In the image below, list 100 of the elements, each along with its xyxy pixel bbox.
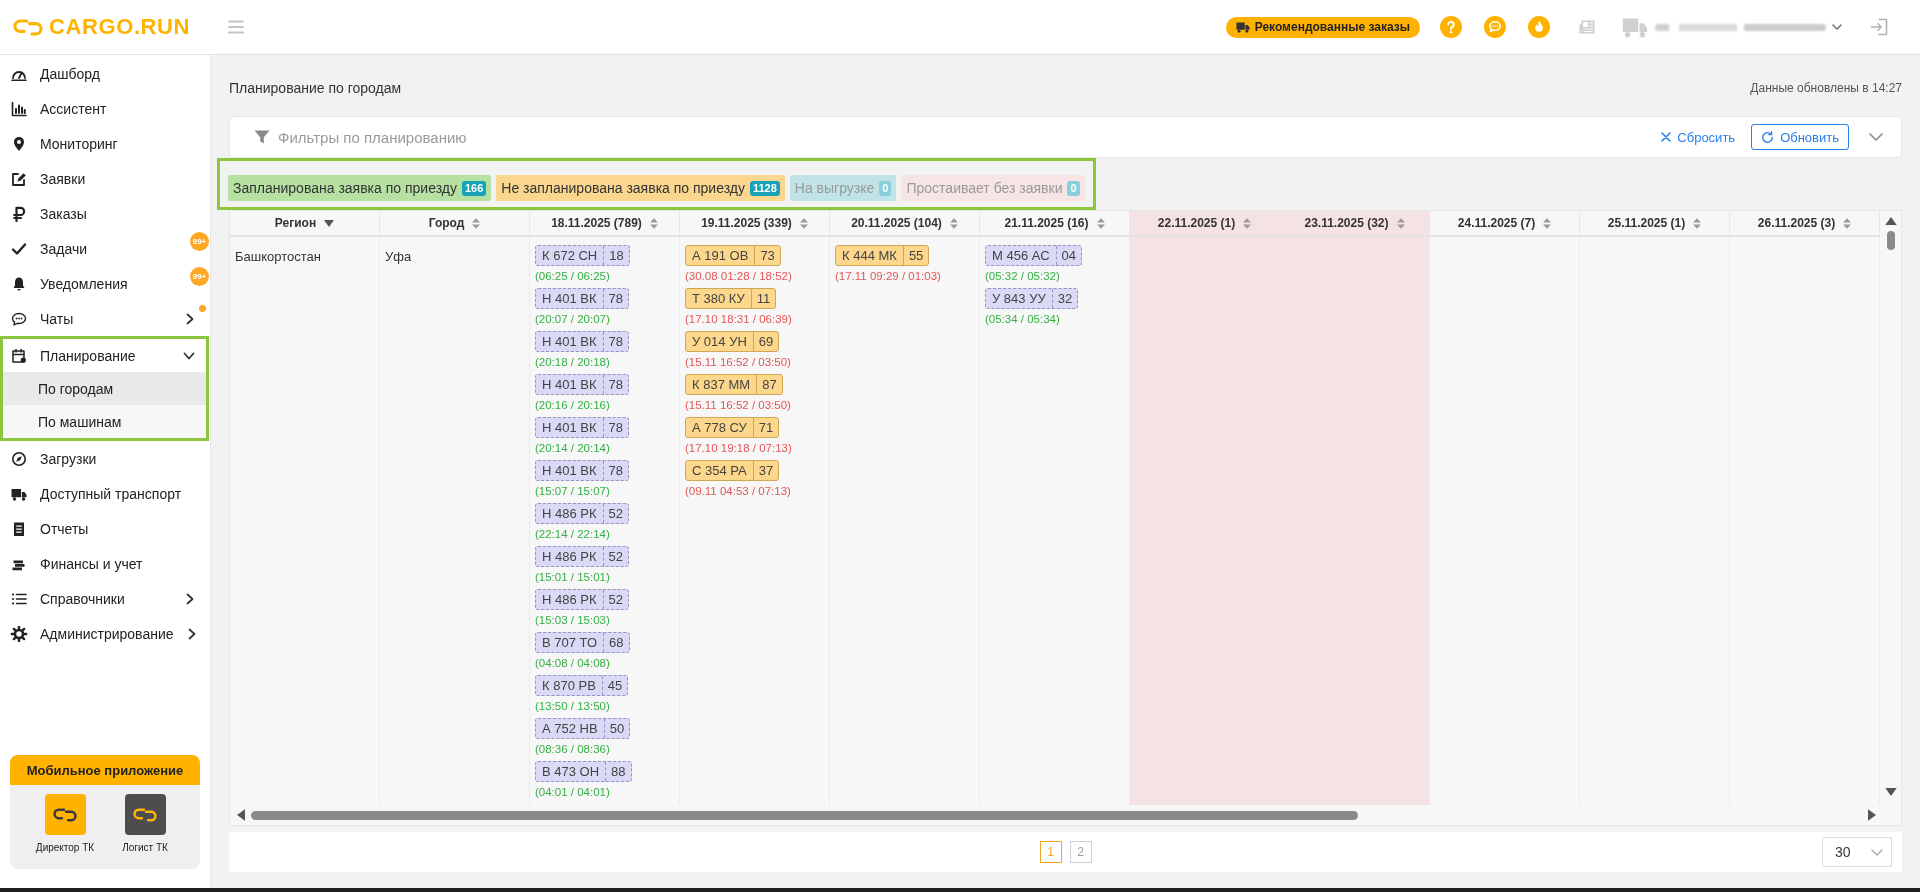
sidebar-item[interactable]: Финансы и учет — [0, 546, 210, 581]
column-header[interactable]: 19.11.2025 (339) — [680, 211, 830, 237]
legend-item[interactable]: Запланирована заявка по приезду 166 — [228, 175, 492, 201]
time-range: (05:34 / 05:34) — [985, 312, 1060, 326]
sidebar-item[interactable]: Отчеты — [0, 511, 210, 546]
count-badge: 1128 — [749, 180, 780, 196]
column-header[interactable]: 22.11.2025 (1) — [1130, 211, 1280, 237]
chevron-right-icon[interactable] — [184, 592, 196, 605]
edit-icon — [10, 170, 28, 187]
column-header[interactable]: 24.11.2025 (7) — [1430, 211, 1580, 237]
sort-icon[interactable] — [1843, 217, 1852, 229]
column-header[interactable]: 26.11.2025 (3) — [1730, 211, 1880, 237]
vehicle-plate-chip[interactable]: К 870 РВ 45 — [535, 675, 629, 696]
sidebar-item[interactable]: Ассистент — [0, 91, 210, 126]
column-header[interactable]: Регион — [230, 211, 380, 237]
vehicle-plate-chip[interactable]: Н 486 РК 52 — [535, 546, 629, 567]
column-header[interactable]: Город — [380, 211, 530, 237]
sidebar-item[interactable]: Дашборд — [0, 56, 210, 91]
count-badge: 0 — [1067, 180, 1080, 196]
vehicle-plate-chip[interactable]: Н 486 РК 52 — [535, 589, 629, 610]
vehicle-plate-chip[interactable]: М 456 АС 04 — [985, 245, 1082, 266]
scroll-down-arrow-icon[interactable] — [1885, 788, 1897, 796]
mobile-app-title: Мобильное приложение — [10, 755, 200, 785]
sort-icon[interactable] — [1243, 217, 1252, 229]
app-logo-icon[interactable] — [124, 794, 166, 835]
sidebar-item[interactable]: Задачи — [0, 231, 190, 266]
sort-icon[interactable] — [649, 217, 658, 229]
chat-icon — [10, 310, 28, 327]
table-cell: Башкортостан — [230, 237, 380, 805]
vehicle-plate-chip[interactable]: А 191 ОВ 73 — [685, 245, 781, 266]
vehicle-plate-chip[interactable]: В 473 ОН 88 — [535, 761, 632, 782]
scroll-up-arrow-icon[interactable] — [1885, 217, 1897, 225]
vehicle-plate-chip[interactable]: Н 401 ВК 78 — [535, 331, 629, 352]
reset-button[interactable]: Сбросить — [1659, 126, 1738, 148]
vehicle-plate-chip[interactable]: А 778 СУ 71 — [685, 417, 780, 438]
vehicle-plate-chip[interactable]: К 837 ММ 87 — [685, 374, 783, 395]
sort-icon[interactable] — [1396, 217, 1405, 229]
scrollbar-thumb[interactable] — [1887, 231, 1895, 250]
sort-descending-icon[interactable] — [324, 219, 335, 227]
caret-icon[interactable] — [1832, 24, 1842, 30]
sort-icon[interactable] — [1543, 217, 1552, 229]
expand-caret-icon[interactable] — [1869, 133, 1883, 141]
vehicle-plate-chip[interactable]: С 354 РА 37 — [685, 460, 780, 481]
vehicle-plate-chip[interactable]: В 707 ТО 68 — [535, 632, 630, 653]
scroll-right-arrow-icon[interactable] — [1868, 809, 1876, 821]
sidebar-item[interactable]: Планирование — [3, 339, 206, 372]
vehicle-plate-chip[interactable]: А 752 НВ 50 — [535, 718, 631, 739]
table-cell: Уфа — [380, 237, 530, 805]
sort-icon[interactable] — [949, 217, 958, 229]
time-range: (05:32 / 05:32) — [985, 269, 1060, 283]
sidebar-item[interactable]: Заявки — [0, 161, 210, 196]
time-range: (17.10 18:31 / 06:39) — [685, 312, 792, 326]
vehicle-plate-chip[interactable]: Н 401 ВК 78 — [535, 374, 629, 395]
time-range: (15.11 16:52 / 03:50) — [685, 355, 791, 369]
sidebar-item[interactable]: Чаты — [0, 301, 210, 336]
sidebar-item[interactable]: Заказы — [0, 196, 210, 231]
sidebar-item[interactable]: Уведомления — [0, 266, 190, 301]
vehicle-plate-chip[interactable]: Н 401 ВК 78 — [535, 417, 629, 438]
sort-icon[interactable] — [1693, 217, 1702, 229]
vehicle-plate-chip[interactable]: Т 380 КУ 11 — [685, 288, 777, 309]
vehicle-plate-chip[interactable]: Н 401 ВК 78 — [535, 288, 629, 309]
refresh-button[interactable]: Обновить — [1751, 124, 1849, 150]
bar-chart-icon — [10, 100, 28, 117]
time-range: (20:18 / 20:18) — [535, 355, 610, 369]
column-header[interactable]: 25.11.2025 (1) — [1580, 211, 1730, 237]
filter-panel-title: Фильтры по планированию — [278, 128, 467, 146]
sidebar-subitem[interactable]: По городам — [3, 372, 206, 405]
scroll-left-arrow-icon[interactable] — [237, 809, 245, 821]
logout-icon[interactable] — [1870, 18, 1888, 36]
sidebar-item[interactable]: Мониторинг — [0, 126, 210, 161]
vehicle-plate-chip[interactable]: Н 401 ВК 78 — [535, 460, 629, 481]
help-icon[interactable] — [1440, 16, 1462, 38]
sort-icon[interactable] — [1096, 217, 1105, 229]
vehicle-plate-chip[interactable]: У 843 УУ 32 — [985, 288, 1079, 309]
sidebar-subitem[interactable]: По машинам — [3, 405, 206, 438]
recommended-orders-button[interactable]: Рекомендованные заказы — [1225, 16, 1420, 38]
vehicle-plate-chip[interactable]: У 014 УН 69 — [685, 331, 780, 352]
vehicle-plate-chip[interactable]: К 444 МК 55 — [835, 245, 930, 266]
legend-item[interactable]: Не запланирована заявка по приезду 1128 — [496, 175, 785, 201]
truck-icon[interactable] — [1622, 16, 1648, 38]
column-header[interactable]: 20.11.2025 (104) — [830, 211, 980, 237]
chat-icon[interactable] — [1484, 16, 1506, 38]
column-header[interactable]: 18.11.2025 (789) — [530, 211, 680, 237]
scrollbar-thumb[interactable] — [251, 810, 1358, 820]
column-header[interactable]: 21.11.2025 (16) — [980, 211, 1130, 237]
sidebar-item[interactable]: Загрузки — [0, 441, 210, 476]
sort-icon[interactable] — [799, 217, 808, 229]
fire-icon[interactable] — [1528, 16, 1550, 38]
column-header[interactable]: 23.11.2025 (32) — [1280, 211, 1430, 237]
vehicle-plate-chip[interactable]: К 672 СН 18 — [535, 245, 630, 266]
menu-icon[interactable] — [228, 20, 244, 34]
sidebar-item[interactable]: Доступный транспорт — [0, 476, 210, 511]
sort-icon[interactable] — [472, 217, 481, 229]
newspaper-icon[interactable] — [1578, 19, 1596, 35]
chevron-right-icon[interactable] — [184, 312, 196, 325]
vehicle-plate-chip[interactable]: Н 486 РК 52 — [535, 503, 629, 524]
sidebar-item[interactable]: Администрирование — [0, 616, 210, 651]
app-logo-icon[interactable] — [44, 794, 86, 835]
page-size-select[interactable]: 30 — [1822, 837, 1892, 867]
sidebar-item[interactable]: Справочники — [0, 581, 210, 616]
